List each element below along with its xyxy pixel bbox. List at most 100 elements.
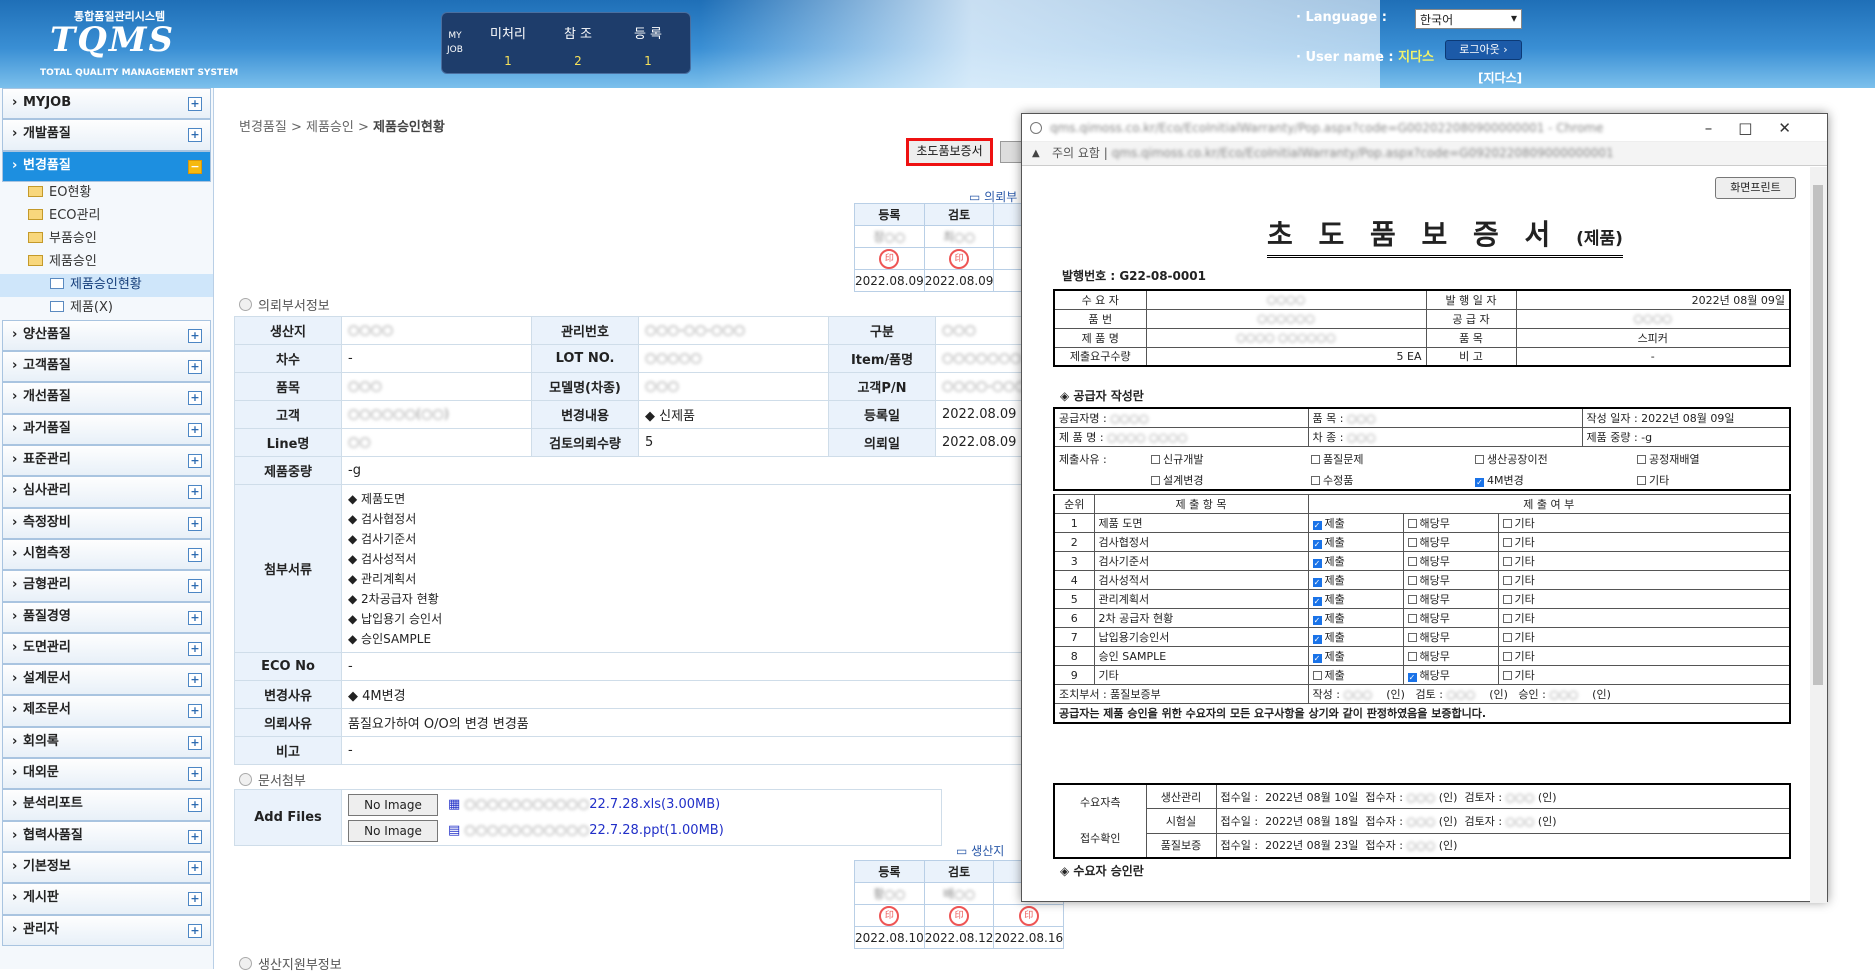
expand-icon: + — [188, 422, 202, 437]
submit-item-row: 5 관리계획서 ✓ 제출 해당무 기타 — [1053, 589, 1791, 609]
sidebar-sub-eo[interactable]: EO현황 — [0, 182, 213, 205]
sidebar-item-improve-quality[interactable]: 개선품질+ — [2, 382, 211, 414]
sidebar-sub-product-x[interactable]: 제품(X) — [0, 297, 213, 320]
sidebar: MYJOB+ 개발품질+ 변경품질− EO현황 ECO관리 부품승인 제품승인 … — [0, 88, 214, 969]
approval-stamp-icon: 印 — [949, 905, 970, 926]
expand-icon: + — [188, 923, 202, 938]
checkbox: ✓ — [1407, 673, 1417, 682]
expand-icon: + — [188, 97, 202, 111]
checkbox-checked: ✓ — [1475, 477, 1484, 487]
sidebar-item-drawing[interactable]: 도면관리+ — [2, 632, 211, 665]
sidebar-item-myjob[interactable]: MYJOB+ — [2, 88, 211, 120]
sidebar-item-dev-quality[interactable]: 개발품질+ — [2, 119, 211, 151]
checkbox — [1407, 538, 1417, 547]
print-button[interactable]: 화면프린트 — [1715, 177, 1796, 199]
file-link-ppt[interactable]: ▤ ○○○○○○○○○○○22.7.28.ppt(1.00MB) — [448, 818, 724, 844]
receiver-approval-title: ◈ 수요자 승인란 — [1060, 864, 1144, 878]
checkbox — [1502, 519, 1512, 528]
expand-icon: + — [188, 610, 202, 625]
expand-icon: + — [188, 673, 202, 688]
sidebar-item-change-quality[interactable]: 변경품질− — [2, 150, 211, 182]
sidebar-item-external[interactable]: 대외문+ — [2, 758, 211, 790]
myjob-pending[interactable]: 미처리 1 — [478, 23, 538, 68]
sidebar-item-mass-quality[interactable]: 양산품질+ — [2, 319, 211, 352]
document-icon — [50, 300, 64, 312]
approval-stamp-icon: 印 — [949, 248, 970, 269]
certificate-popup-window[interactable]: qms.qimoss.co.kr/Eco/EcoInitialWarranty/… — [1021, 113, 1828, 903]
attachment-list: ◆ 제품도면 ◆ 검사협정서 ◆ 검사기준서 ◆ 검사성적서 ◆ 관리계획서 ◆ 2차공급… — [341, 484, 1126, 653]
expand-icon: + — [188, 892, 202, 907]
sidebar-sub-part-approval[interactable]: 부품승인 — [0, 228, 213, 251]
logout-button[interactable]: 로그아웃 › — [1445, 40, 1522, 60]
expand-icon: + — [188, 798, 202, 813]
receiver-table: 수요자측 접수확인 생산관리 접수일 : 2022년 08월 10일 접수자 : ○… — [1053, 783, 1791, 859]
myjob-panel: MY JOB 미처리 1 참 조2 등 록1 — [441, 12, 691, 74]
certificate-head-table: 수 요 자 ○○○○ 발 행 일 자 2022년 08월 09일 품 번 ○○○○○○ 공… — [1053, 289, 1791, 367]
sidebar-item-design-doc[interactable]: 설계문서+ — [2, 664, 211, 696]
checkbox — [1407, 595, 1417, 604]
submit-items-table: 순위 제 출 항 목제 출 여 부 1 제품 도면 ✓ 제출 해당무 기타 2 검사협정서 ✓ 제출… — [1053, 494, 1791, 724]
expand-icon: + — [188, 641, 202, 656]
no-image-button[interactable]: No Image — [348, 793, 438, 816]
sidebar-item-past-quality[interactable]: 과거품질+ — [2, 413, 211, 446]
folder-icon — [28, 185, 43, 197]
sidebar-sub-product-approval[interactable]: 제품승인 — [0, 251, 213, 274]
submit-item-row: 8 승인 SAMPLE ✓ 제출 해당무 기타 — [1053, 646, 1791, 666]
approval-caption-bottom: ▭ 생산지 — [956, 844, 1005, 858]
popup-body: 화면프린트 초 도 품 보 증 서 (제품) 발행번호 : G22-08-000… — [1022, 167, 1812, 903]
submit-item-row: 4 검사성적서 ✓ 제출 해당무 기타 — [1053, 570, 1791, 590]
sidebar-item-mold[interactable]: 금형관리+ — [2, 570, 211, 602]
brand-tagline: TOTAL QUALITY MANAGEMENT SYSTEM — [40, 68, 239, 78]
no-image-button[interactable]: No Image — [348, 819, 438, 842]
checkbox — [1311, 454, 1320, 464]
checkbox — [1407, 652, 1417, 661]
sidebar-item-board[interactable]: 게시판+ — [2, 883, 211, 915]
approval-stamp-icon: 印 — [879, 248, 900, 269]
sidebar-item-qm[interactable]: 품질경영+ — [2, 601, 211, 633]
expand-icon: + — [188, 128, 202, 143]
sidebar-item-standard[interactable]: 표준관리+ — [2, 445, 211, 477]
file-link-xls[interactable]: ▦ ○○○○○○○○○○○22.7.28.xls(3.00MB) — [448, 792, 720, 818]
expand-icon: + — [188, 328, 202, 343]
checkbox: ✓ — [1312, 578, 1322, 587]
folder-icon — [28, 231, 43, 243]
popup-addressbar[interactable]: 주의 요함 | qms.qimoss.co.kr/Eco/EcoInitialW… — [1022, 142, 1827, 166]
folder-open-icon — [28, 254, 43, 266]
tqms-logo[interactable]: TQMS — [50, 20, 175, 60]
files-table: Add Files No Image ▦ ○○○○○○○○○○○22.7.28.x… — [234, 789, 942, 846]
chrome-icon — [1030, 122, 1042, 134]
checkbox: ✓ — [1312, 597, 1322, 606]
expand-icon: + — [188, 547, 202, 562]
submit-item-row: 6 2차 공급자 현황 ✓ 제출 해당무 기타 — [1053, 608, 1791, 628]
header-banner-image — [700, 0, 1380, 88]
checkbox — [1502, 595, 1512, 604]
sidebar-item-admin[interactable]: 관리자+ — [2, 914, 211, 946]
sidebar-item-mfg-doc[interactable]: 제조문서+ — [2, 695, 211, 727]
language-select[interactable]: 한국어 — [1415, 9, 1522, 29]
sidebar-item-minutes[interactable]: 회의록+ — [2, 726, 211, 759]
sidebar-item-gauge[interactable]: 측정장비+ — [2, 507, 211, 539]
collapse-icon: − — [188, 159, 202, 174]
myjob-reference[interactable]: 참 조2 — [548, 23, 608, 68]
checkbox — [1502, 633, 1512, 642]
expand-icon: + — [188, 704, 202, 719]
sidebar-item-partner[interactable]: 협력사품질+ — [2, 820, 211, 852]
sidebar-item-basic[interactable]: 기본정보+ — [2, 851, 211, 884]
checkbox: ✓ — [1312, 521, 1322, 530]
expand-icon: + — [188, 516, 202, 531]
submit-item-row: 2 검사협정서 ✓ 제출 해당무 기타 — [1053, 532, 1791, 552]
sidebar-item-report[interactable]: 분석리포트+ — [2, 789, 211, 821]
checkbox — [1407, 519, 1417, 528]
sidebar-item-customer-quality[interactable]: 고객품질+ — [2, 351, 211, 383]
sidebar-sub-approval-status[interactable]: 제품승인현황 — [0, 273, 213, 297]
window-controls[interactable]: –□✕ — [1705, 114, 1827, 142]
myjob-registered[interactable]: 등 록1 — [618, 23, 678, 68]
sidebar-item-audit[interactable]: 심사관리+ — [2, 476, 211, 508]
initial-warranty-button[interactable]: 초도품보증서 — [906, 138, 993, 166]
checkbox: ✓ — [1312, 559, 1322, 568]
sidebar-item-test[interactable]: 시험측정+ — [2, 538, 211, 571]
submit-reason-cell: 제출사유 : 신규개발 품질문제 생산공장이전 공정재배열 설계변경 수정품 ✓… — [1053, 445, 1791, 491]
popup-scrollbar[interactable] — [1810, 167, 1827, 903]
submit-item-row: 7 납입용기승인서 ✓ 제출 해당무 기타 — [1053, 627, 1791, 647]
sidebar-sub-eco[interactable]: ECO관리 — [0, 205, 213, 228]
